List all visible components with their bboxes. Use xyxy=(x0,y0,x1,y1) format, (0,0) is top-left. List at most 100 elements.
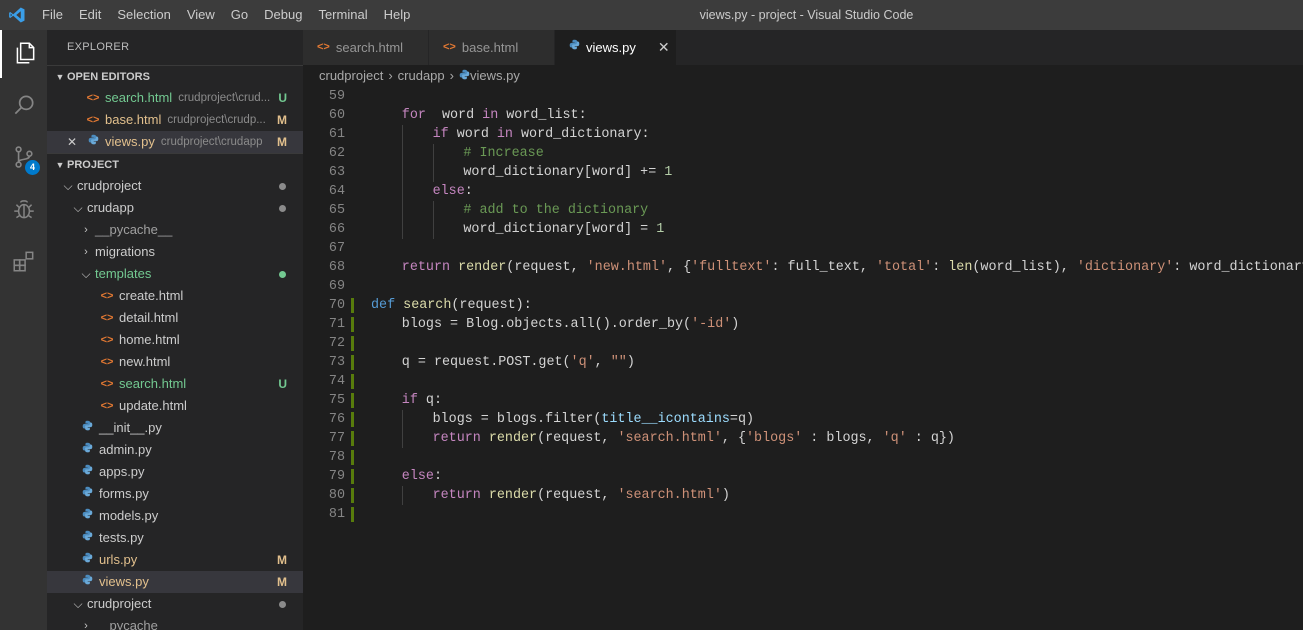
python-file-icon xyxy=(79,505,95,527)
folder-item[interactable]: ⌵ templates xyxy=(47,263,303,285)
folder-item[interactable]: ⌵ crudproject xyxy=(47,593,303,615)
file-item[interactable]: <> update.html xyxy=(47,395,303,417)
git-gutter-added-marker xyxy=(351,412,354,427)
code-line: 66 word_dictionary[word] = 1 xyxy=(303,220,1303,239)
folder-item[interactable]: ⌵ crudapp xyxy=(47,197,303,219)
line-number: 63 xyxy=(328,165,345,180)
menu-edit[interactable]: Edit xyxy=(71,0,109,30)
git-status-badge: M xyxy=(277,113,287,127)
file-item[interactable]: <> search.html U xyxy=(47,373,303,395)
open-editors-label: OPEN EDITORS xyxy=(67,70,150,83)
code-token: '-id' xyxy=(691,317,732,332)
line-number: 74 xyxy=(328,374,345,389)
file-item[interactable]: forms.py xyxy=(47,483,303,505)
file-label: __init__.py xyxy=(99,420,162,435)
breadcrumb-item[interactable]: crudapp xyxy=(398,65,445,87)
activity-search[interactable] xyxy=(0,82,47,130)
breadcrumb: crudproject › crudapp › views.py xyxy=(303,65,1303,87)
code-text: for word in word_list: xyxy=(402,106,587,125)
menu-bar: File Edit Selection View Go Debug Terminal Help xyxy=(34,0,418,30)
tab-search-html[interactable]: <> search.html xyxy=(303,30,429,65)
close-icon[interactable]: ✕ xyxy=(67,131,77,153)
code-token: , xyxy=(594,355,611,370)
code-line: 63 word_dictionary[word] += 1 xyxy=(303,163,1303,182)
indent-guide xyxy=(401,410,403,429)
close-icon[interactable]: ✕ xyxy=(658,30,670,65)
html-file-icon: <> xyxy=(100,400,114,412)
open-editors-header[interactable]: ▼ OPEN EDITORS xyxy=(47,65,303,87)
file-item[interactable]: admin.py xyxy=(47,439,303,461)
code-text: word_dictionary[word] = 1 xyxy=(463,220,664,239)
activity-explorer[interactable] xyxy=(0,30,47,78)
debug-icon xyxy=(11,196,37,225)
code-token: : xyxy=(433,469,442,484)
tab-views-py[interactable]: views.py ✕ xyxy=(555,30,677,65)
chevron-right-icon: › xyxy=(449,68,454,83)
indent-guide xyxy=(432,144,434,163)
line-number: 80 xyxy=(328,488,345,503)
code-line: 60 for word in word_list: xyxy=(303,106,1303,125)
code-token: word_dictionary: xyxy=(512,127,650,142)
code-token: =q) xyxy=(729,412,755,427)
code-token: , { xyxy=(721,431,747,446)
open-editor-item[interactable]: <> search.html crudproject\crud... U xyxy=(47,87,303,109)
file-label: tests.py xyxy=(99,530,144,545)
file-item[interactable]: __init__.py xyxy=(47,417,303,439)
file-item[interactable]: <> detail.html xyxy=(47,307,303,329)
tab-base-html[interactable]: <> base.html xyxy=(429,30,555,65)
code-token: word xyxy=(425,108,483,123)
open-editor-item[interactable]: <> base.html crudproject\crudp... M xyxy=(47,109,303,131)
code-token: 1 xyxy=(664,165,673,180)
menu-selection[interactable]: Selection xyxy=(109,0,178,30)
menu-debug[interactable]: Debug xyxy=(256,0,310,30)
file-item[interactable]: views.py M xyxy=(47,571,303,593)
editor-tabs: <> search.html <> base.html views.py ✕ xyxy=(303,30,1303,65)
code-token: 'fulltext' xyxy=(691,260,772,275)
indent-guide xyxy=(401,125,403,144)
breadcrumb-item[interactable]: crudproject xyxy=(319,65,383,87)
line-number: 71 xyxy=(328,317,345,332)
menu-view[interactable]: View xyxy=(179,0,223,30)
html-file-icon: <> xyxy=(100,334,114,346)
activity-source-control[interactable]: 4 xyxy=(0,134,47,182)
file-item[interactable]: tests.py xyxy=(47,527,303,549)
menu-terminal[interactable]: Terminal xyxy=(310,0,375,30)
menu-help[interactable]: Help xyxy=(376,0,419,30)
code-token: q: xyxy=(417,393,442,408)
code-line: 71 blogs = Blog.objects.all().order_by('-… xyxy=(303,315,1303,334)
activity-debug[interactable] xyxy=(0,186,47,234)
activity-extensions[interactable] xyxy=(0,238,47,286)
file-label: apps.py xyxy=(99,464,145,479)
file-item[interactable]: models.py xyxy=(47,505,303,527)
folder-label: crudproject xyxy=(87,596,152,611)
file-item[interactable]: <> create.html xyxy=(47,285,303,307)
code-token: else xyxy=(401,469,434,484)
code-token: return xyxy=(432,431,481,446)
file-item[interactable]: <> new.html xyxy=(47,351,303,373)
code-token: # add to the dictionary xyxy=(463,203,649,218)
code-editor[interactable]: 59 60 for word in word_list: 61 if word in w… xyxy=(303,87,1303,630)
open-editor-item[interactable]: ✕ views.py crudproject\crudapp M xyxy=(47,131,303,153)
git-gutter-added-marker xyxy=(351,355,354,370)
folder-label: crudapp xyxy=(87,200,134,215)
indent-guide xyxy=(432,220,434,239)
file-item[interactable]: urls.py M xyxy=(47,549,303,571)
menu-go[interactable]: Go xyxy=(223,0,256,30)
indent-guide xyxy=(401,201,403,220)
file-item[interactable]: apps.py xyxy=(47,461,303,483)
code-token: : blogs, xyxy=(802,431,883,446)
breadcrumb-item[interactable]: views.py xyxy=(470,65,520,87)
menu-file[interactable]: File xyxy=(34,0,71,30)
folder-item[interactable]: ⌵ crudproject xyxy=(47,175,303,197)
project-header[interactable]: ▼ PROJECT xyxy=(47,153,303,175)
code-text: return render(request, 'search.html') xyxy=(433,486,730,505)
folder-item[interactable]: › __pycache__ xyxy=(47,615,303,630)
file-label: admin.py xyxy=(99,442,152,457)
folder-item[interactable]: › migrations xyxy=(47,241,303,263)
code-token: 'total' xyxy=(875,260,933,275)
chevron-down-icon: ⌵ xyxy=(63,179,73,193)
folder-item[interactable]: › __pycache__ xyxy=(47,219,303,241)
file-item[interactable]: <> home.html xyxy=(47,329,303,351)
line-number: 72 xyxy=(328,336,345,351)
